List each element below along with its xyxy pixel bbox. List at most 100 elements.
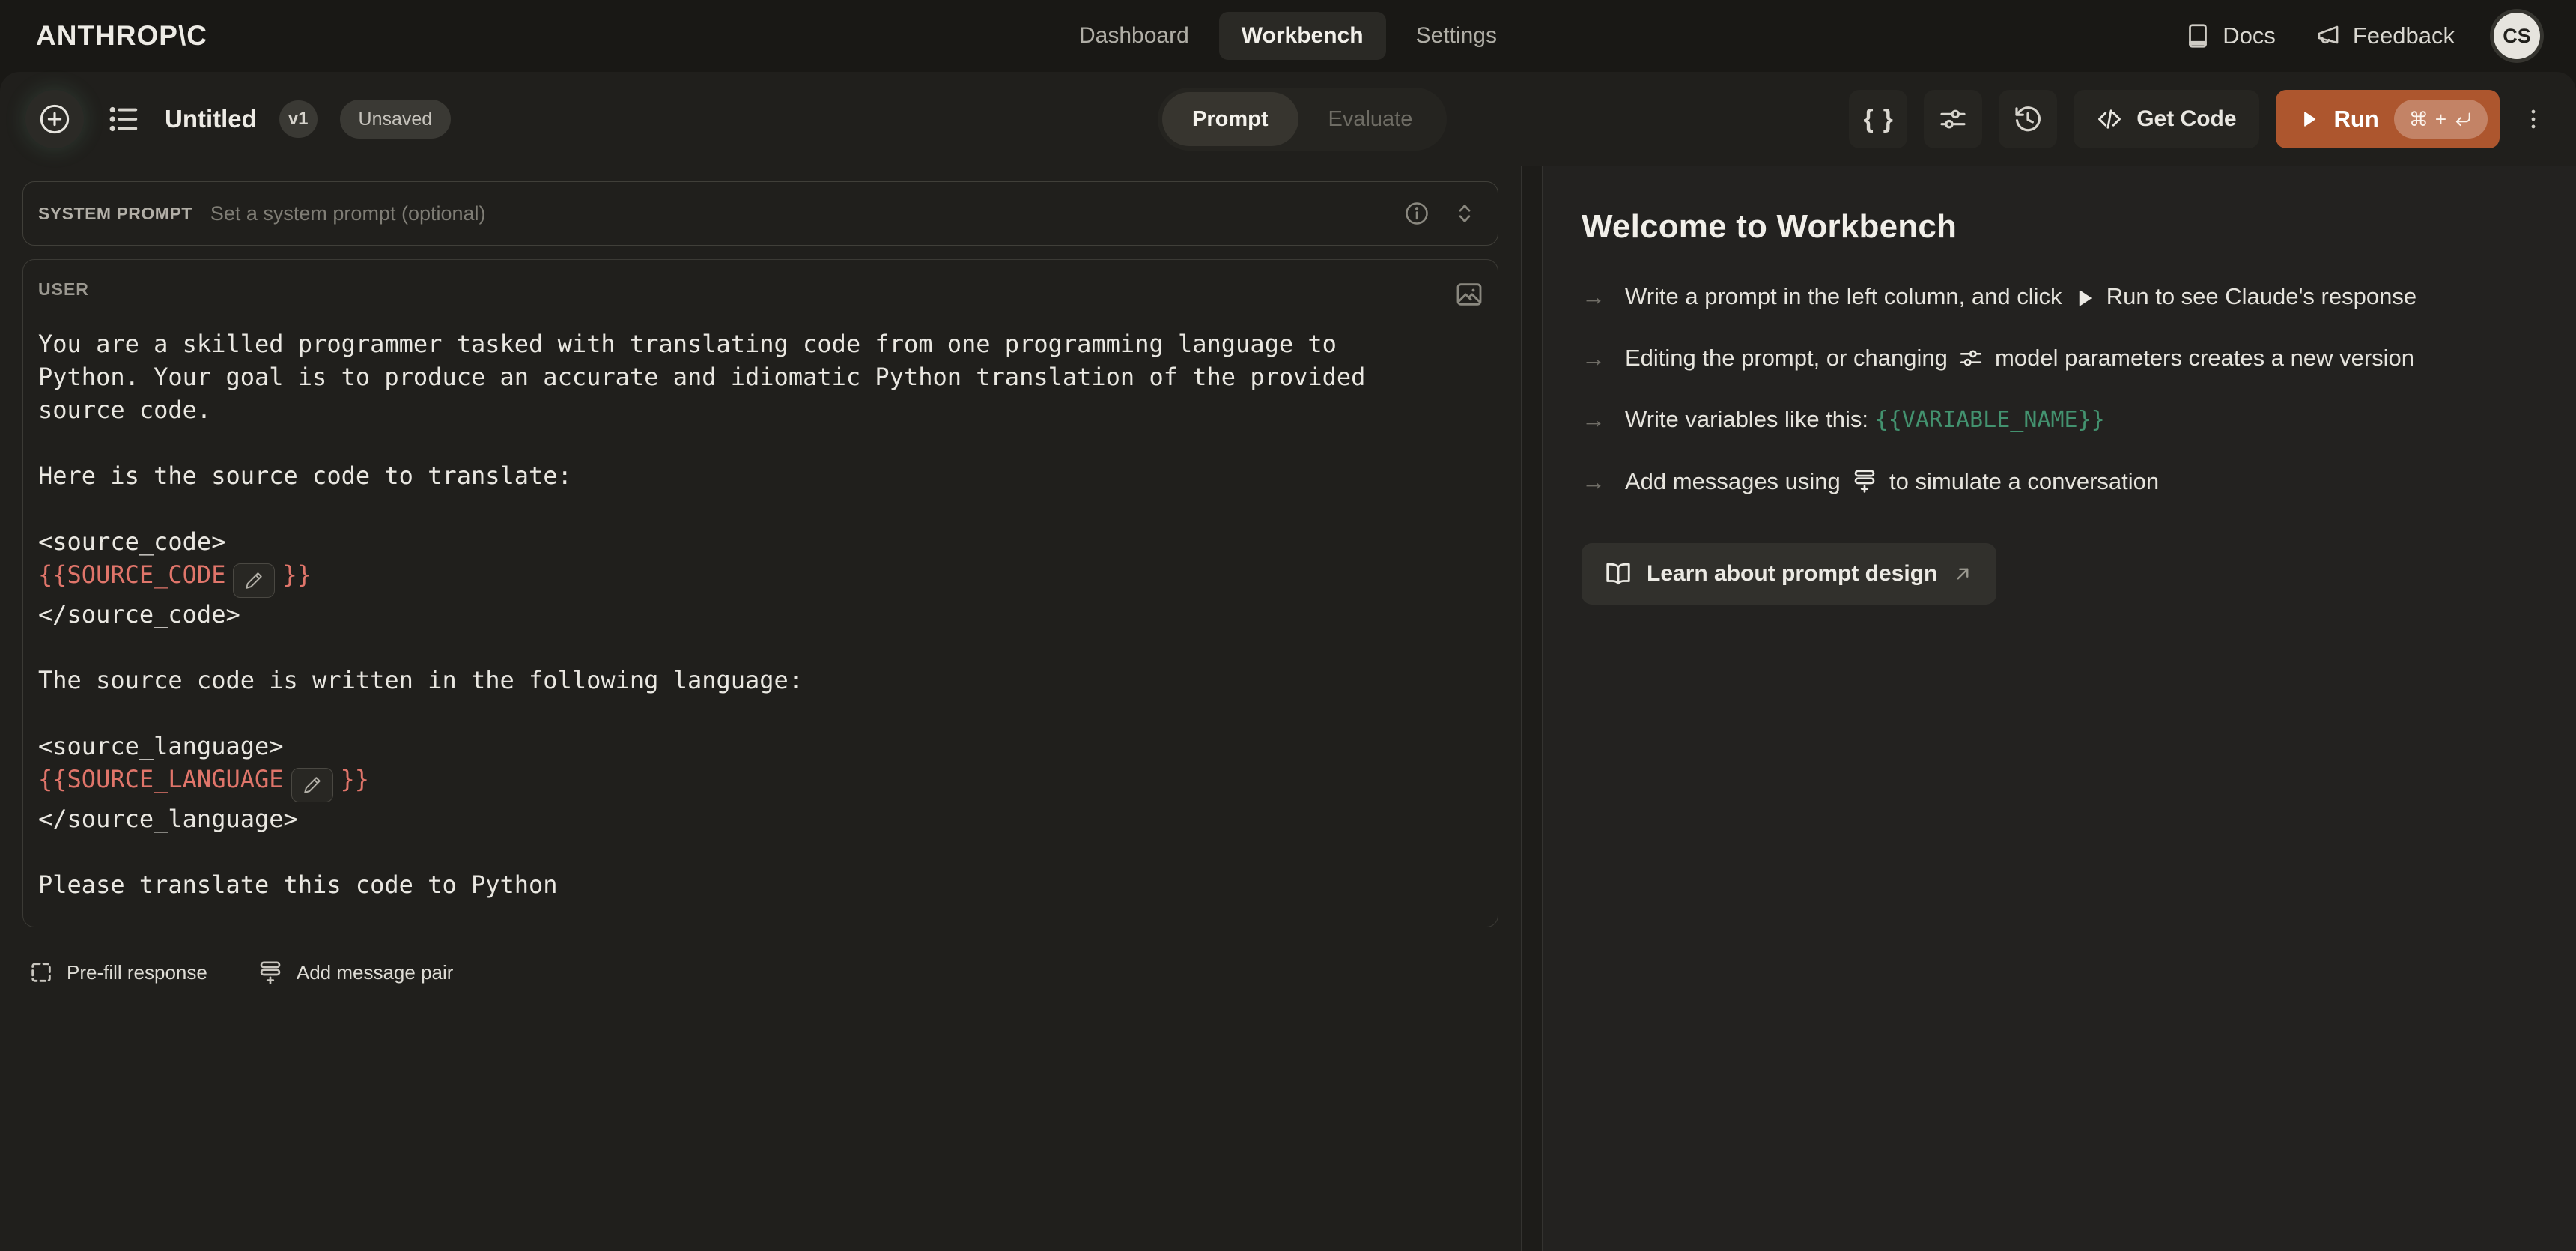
prompt-text-line: </source_language>	[38, 802, 1484, 835]
prompt-text-line: Python. Your goal is to produce an accur…	[38, 360, 1484, 393]
pencil-icon	[303, 775, 322, 795]
get-code-button[interactable]: Get Code	[2074, 90, 2258, 148]
prefill-response-button[interactable]: Pre-fill response	[28, 960, 207, 985]
prompt-text-line	[38, 631, 1484, 664]
variable-close: }}	[282, 560, 312, 589]
feedback-button[interactable]: Feedback	[2315, 22, 2455, 49]
system-prompt-field[interactable]: SYSTEM PROMPT Set a system prompt (optio…	[22, 181, 1498, 246]
image-icon	[1454, 279, 1484, 309]
overflow-menu-button[interactable]	[2516, 90, 2551, 148]
prompt-text-line: The source code is written in the follow…	[38, 664, 1484, 697]
primary-nav: Dashboard Workbench Settings	[1057, 12, 1519, 60]
sliders-icon	[1958, 345, 1984, 371]
play-icon	[2298, 109, 2319, 130]
anthropic-logo: ANTHROP\C	[36, 20, 207, 52]
megaphone-icon	[2315, 22, 2342, 49]
prompts-list-button[interactable]	[106, 102, 141, 136]
prompt-text-line	[38, 492, 1484, 525]
system-prompt-info-button[interactable]	[1403, 200, 1430, 227]
prompt-text-line: </source_code>	[38, 598, 1484, 631]
workbench-container: Untitled v1 Unsaved Prompt Evaluate { }	[0, 72, 2576, 1251]
version-badge[interactable]: v1	[279, 100, 318, 138]
nav-item-workbench[interactable]: Workbench	[1219, 12, 1386, 60]
variable-open: {{SOURCE_CODE	[38, 560, 225, 589]
variable-example-code: {{VARIABLE_NAME}}	[1875, 407, 2105, 433]
docs-label: Docs	[2223, 22, 2276, 49]
code-icon	[2096, 106, 2123, 133]
prompt-title[interactable]: Untitled	[165, 105, 257, 133]
variable-close: }}	[341, 765, 370, 793]
book-open-icon	[1604, 560, 1632, 588]
prompt-text-line: source code.	[38, 393, 1484, 426]
arrow-right-icon: →	[1582, 462, 1606, 501]
braces-icon: { }	[1860, 105, 1897, 134]
tab-evaluate[interactable]: Evaluate	[1298, 92, 1443, 146]
prefill-selection-icon	[28, 960, 54, 985]
navbar-right: Docs Feedback CS	[2184, 13, 2540, 59]
prompt-variable-line: {{SOURCE_LANGUAGE}}	[38, 763, 1484, 802]
main-content: SYSTEM PROMPT Set a system prompt (optio…	[0, 166, 2576, 1251]
command-key: ⌘	[2409, 108, 2428, 131]
edit-variable-button[interactable]	[291, 768, 333, 802]
system-prompt-expand-button[interactable]	[1451, 200, 1478, 227]
edit-variable-button[interactable]	[233, 563, 275, 598]
toolbar-right: { } Get Code	[1849, 90, 2551, 148]
nav-item-settings[interactable]: Settings	[1394, 12, 1519, 60]
add-image-button[interactable]	[1454, 279, 1484, 309]
learn-prompt-design-label: Learn about prompt design	[1647, 561, 1937, 587]
kebab-icon	[2521, 106, 2546, 132]
prompt-text-line: Please translate this code to Python	[38, 868, 1484, 901]
docs-button[interactable]: Docs	[2184, 22, 2276, 49]
prompt-text-line: <source_language>	[38, 730, 1484, 763]
new-prompt-button[interactable]	[25, 90, 84, 148]
prompt-toolbar: Untitled v1 Unsaved Prompt Evaluate { }	[0, 72, 2576, 166]
chevrons-up-down-icon	[1451, 200, 1478, 227]
prompt-evaluate-tabs: Prompt Evaluate	[1158, 88, 1447, 151]
get-code-label: Get Code	[2136, 106, 2236, 132]
add-message-icon	[1851, 467, 1878, 494]
return-key-icon	[2453, 109, 2473, 129]
play-icon	[2073, 287, 2095, 309]
plus-circle-icon	[37, 102, 72, 136]
book-icon	[2184, 22, 2211, 49]
feedback-label: Feedback	[2353, 22, 2455, 49]
tab-prompt[interactable]: Prompt	[1162, 92, 1298, 146]
unsaved-status-badge: Unsaved	[340, 100, 452, 139]
model-settings-button[interactable]	[1924, 90, 1982, 148]
welcome-list-item: →Editing the prompt, or changing model p…	[1582, 339, 2473, 378]
history-button[interactable]	[1999, 90, 2057, 148]
prefill-response-label: Pre-fill response	[67, 961, 207, 984]
top-navbar: ANTHROP\C Dashboard Workbench Settings D…	[0, 0, 2576, 72]
welcome-list-item: →Add messages using to simulate a conver…	[1582, 462, 2473, 501]
system-prompt-label: SYSTEM PROMPT	[38, 204, 192, 224]
welcome-title: Welcome to Workbench	[1582, 208, 2534, 246]
user-prompt-text[interactable]: You are a skilled programmer tasked with…	[38, 327, 1484, 901]
welcome-list-item: →Write variables like this: {{VARIABLE_N…	[1582, 400, 2473, 440]
prompt-text-line: Here is the source code to translate:	[38, 459, 1484, 492]
variable-open: {{SOURCE_LANGUAGE	[38, 765, 284, 793]
history-icon	[2013, 104, 2043, 134]
toolbar-left: Untitled v1 Unsaved	[25, 90, 451, 148]
prompt-text-line	[38, 697, 1484, 730]
run-shortcut-hint: ⌘+	[2394, 100, 2488, 139]
prompt-panel: SYSTEM PROMPT Set a system prompt (optio…	[0, 166, 1522, 1251]
variables-button[interactable]: { }	[1849, 90, 1907, 148]
arrow-right-icon: →	[1582, 339, 1606, 378]
prompt-text-line: <source_code>	[38, 525, 1484, 558]
user-role-label: USER	[38, 279, 89, 300]
prompt-variable-line: {{SOURCE_CODE}}	[38, 558, 1484, 598]
prompt-text-line	[38, 835, 1484, 868]
sliders-icon	[1938, 104, 1968, 134]
run-button[interactable]: Run ⌘+	[2276, 90, 2500, 148]
nav-item-dashboard[interactable]: Dashboard	[1057, 12, 1212, 60]
user-avatar[interactable]: CS	[2494, 13, 2540, 59]
info-icon	[1403, 200, 1430, 227]
arrow-right-icon: →	[1582, 277, 1606, 316]
welcome-tips-list: →Write a prompt in the left column, and …	[1582, 277, 2473, 501]
user-message-card[interactable]: USER You are a skilled programmer tasked…	[22, 259, 1498, 927]
learn-prompt-design-button[interactable]: Learn about prompt design	[1582, 543, 1996, 605]
panel-resize-handle[interactable]	[1522, 166, 1542, 1251]
add-message-pair-button[interactable]: Add message pair	[257, 959, 454, 986]
arrow-right-icon: →	[1582, 400, 1606, 440]
system-prompt-placeholder: Set a system prompt (optional)	[210, 202, 1385, 225]
